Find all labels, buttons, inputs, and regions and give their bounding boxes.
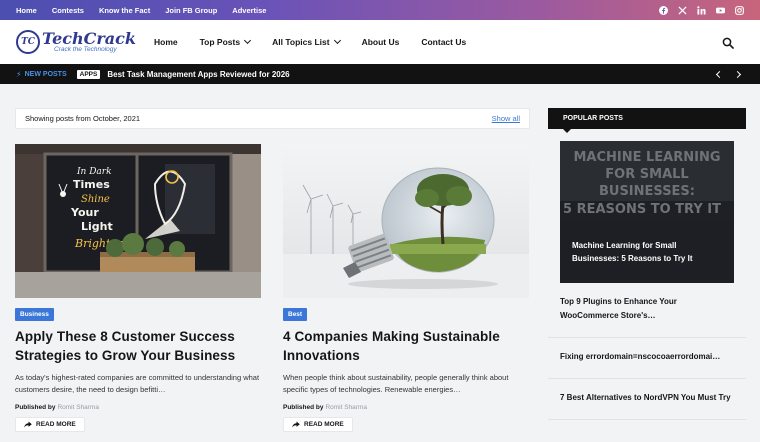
post-thumbnail[interactable] bbox=[283, 144, 529, 298]
bolt-icon: ⚡ bbox=[16, 69, 22, 79]
top-nav-advertise[interactable]: Advertise bbox=[232, 6, 266, 15]
category-badge[interactable]: Business bbox=[15, 308, 54, 321]
ticker-next-button[interactable] bbox=[732, 68, 744, 80]
facebook-icon[interactable] bbox=[659, 5, 668, 15]
post-author[interactable]: Romit Sharma bbox=[325, 404, 367, 411]
instagram-icon[interactable] bbox=[735, 5, 744, 15]
news-ticker: ⚡ NEW POSTS APPS Best Task Management Ap… bbox=[0, 64, 760, 84]
post-excerpt: As today's highest-rated companies are c… bbox=[15, 373, 260, 394]
sidebar: POPULAR POSTS MACHINE LEARNING FOR SMALL… bbox=[548, 108, 746, 420]
popular-posts-list: MACHINE LEARNING FOR SMALL BUSINESSES: 5… bbox=[548, 129, 746, 420]
image-lettering: FOR SMALL bbox=[605, 167, 688, 182]
main-nav: Home Top Posts All Topics List About Us … bbox=[154, 36, 488, 47]
image-lettering: MACHINE LEARNING bbox=[573, 150, 720, 165]
top-bar: Home Contests Know the Fact Join FB Grou… bbox=[0, 0, 760, 20]
social-links bbox=[659, 5, 744, 15]
top-nav-home[interactable]: Home bbox=[16, 6, 37, 15]
image-lettering: Light bbox=[81, 220, 113, 233]
featured-post-title: Machine Learning for Small Businesses: 5… bbox=[572, 241, 693, 263]
chevron-down-icon bbox=[244, 36, 252, 45]
chevron-left-icon bbox=[715, 70, 723, 78]
category-badge[interactable]: Best bbox=[283, 308, 308, 321]
ticker-controls bbox=[712, 68, 744, 80]
nav-top-posts[interactable]: Top Posts bbox=[200, 36, 252, 47]
image-lettering: Times bbox=[73, 178, 110, 191]
top-nav-know-the-fact[interactable]: Know the Fact bbox=[99, 6, 150, 15]
ticker-headline[interactable]: Best Task Management Apps Reviewed for 2… bbox=[107, 70, 289, 79]
image-lettering: In Dark bbox=[76, 167, 112, 177]
post-thumbnail[interactable]: In Dark Times Shine Your Light Brighter bbox=[15, 144, 261, 298]
top-nav: Home Contests Know the Fact Join FB Grou… bbox=[16, 6, 281, 15]
post-byline: Published by Romit Sharma bbox=[283, 404, 367, 411]
youtube-icon[interactable] bbox=[716, 6, 725, 15]
popular-post-link[interactable]: Fixing errordomain=nscocoaerrordomai… bbox=[548, 338, 746, 379]
post-card: Best 4 Companies Making Sustainable Inno… bbox=[283, 144, 529, 433]
nav-all-topics-list[interactable]: All Topics List bbox=[272, 36, 341, 47]
post-byline: Published by Romit Sharma bbox=[15, 404, 99, 411]
share-arrow-icon bbox=[24, 421, 32, 428]
top-nav-join-fb-group[interactable]: Join FB Group bbox=[165, 6, 217, 15]
logo-mark: TC bbox=[16, 30, 40, 54]
site-logo[interactable]: TC TechCrack Crack the Technology bbox=[16, 30, 154, 54]
popular-posts-heading: POPULAR POSTS bbox=[548, 108, 746, 133]
post-title[interactable]: 4 Companies Making Sustainable Innovatio… bbox=[283, 327, 529, 365]
featured-popular-post[interactable]: MACHINE LEARNING FOR SMALL BUSINESSES: 5… bbox=[560, 141, 734, 283]
read-more-button[interactable]: READ MORE bbox=[283, 417, 353, 432]
popular-post-link[interactable]: 7 Best Alternatives to NordVPN You Must … bbox=[548, 379, 746, 420]
share-arrow-icon bbox=[292, 421, 300, 428]
image-lettering: 5 REASONS TO TRY IT bbox=[563, 202, 721, 217]
linkedin-icon[interactable] bbox=[697, 5, 706, 15]
search-icon[interactable] bbox=[722, 36, 734, 49]
show-all-link[interactable]: Show all bbox=[492, 114, 520, 123]
nav-about-us[interactable]: About Us bbox=[362, 37, 400, 47]
ticker-category-badge[interactable]: APPS bbox=[76, 69, 101, 79]
image-lettering: BUSINESSES: bbox=[599, 184, 695, 199]
post-card: In Dark Times Shine Your Light Brighter bbox=[15, 144, 261, 433]
ticker-prev-button[interactable] bbox=[712, 68, 724, 80]
main-content: Showing posts from October, 2021 Show al… bbox=[15, 108, 530, 432]
x-icon[interactable] bbox=[678, 5, 687, 15]
post-excerpt: When people think about sustainability, … bbox=[283, 373, 509, 394]
site-header: TC TechCrack Crack the Technology Home T… bbox=[0, 20, 760, 64]
ticker-label: ⚡ NEW POSTS bbox=[16, 69, 67, 79]
logo-title: TechCrack bbox=[42, 28, 136, 48]
top-nav-contests[interactable]: Contests bbox=[52, 6, 84, 15]
nav-contact-us[interactable]: Contact Us bbox=[421, 37, 466, 47]
read-more-button[interactable]: READ MORE bbox=[15, 417, 85, 432]
archive-bar: Showing posts from October, 2021 Show al… bbox=[15, 108, 530, 129]
popular-post-link[interactable]: Top 9 Plugins to Enhance Your WooCommerc… bbox=[548, 283, 746, 338]
image-lettering: Your bbox=[70, 206, 99, 219]
chevron-down-icon bbox=[333, 36, 341, 45]
image-lettering: Shine bbox=[81, 194, 110, 205]
nav-home[interactable]: Home bbox=[154, 37, 178, 47]
archive-label: Showing posts from October, 2021 bbox=[25, 114, 141, 123]
chevron-right-icon bbox=[733, 70, 741, 78]
post-title[interactable]: Apply These 8 Customer Success Strategie… bbox=[15, 327, 261, 365]
post-author[interactable]: Romit Sharma bbox=[57, 404, 99, 411]
